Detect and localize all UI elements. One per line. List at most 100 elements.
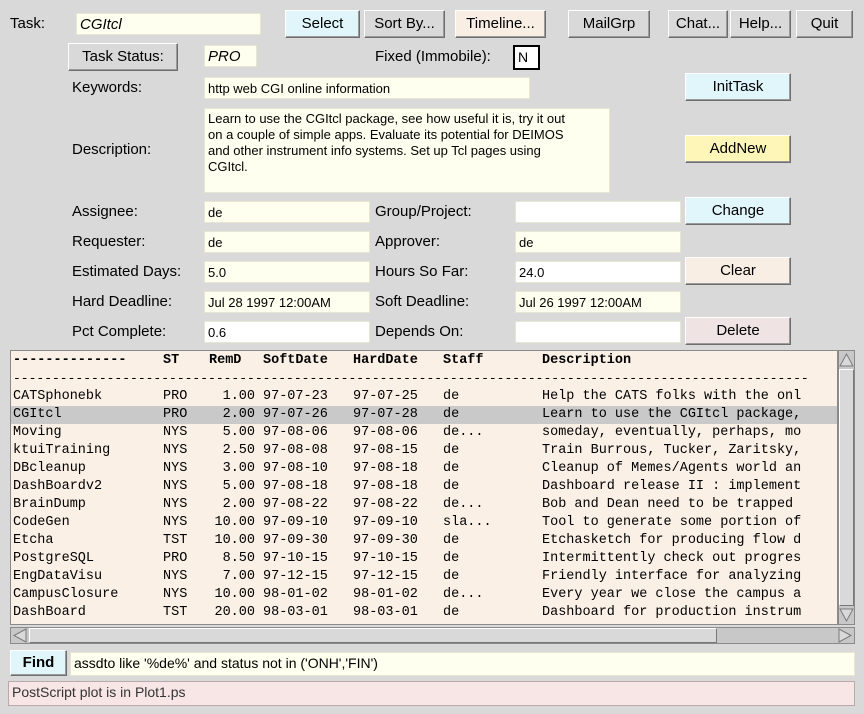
vertical-scroll-thumb[interactable]: [839, 369, 854, 606]
table-cell: 97-07-28: [353, 407, 418, 422]
change-button[interactable]: Change: [685, 197, 791, 225]
table-row[interactable]: CampusClosure NYS 10.00 98-01-02 98-01-02 de.…: [11, 586, 837, 604]
table-cell: de...: [443, 425, 484, 440]
table-row[interactable]: EngDataVisu NYS 7.00 97-12-15 97-12-15 de Frie…: [11, 568, 837, 586]
keywords-field[interactable]: http web CGI online information: [204, 77, 530, 99]
header-divider: ----------------------------------------…: [13, 371, 809, 386]
table-cell: 98-03-01: [353, 605, 418, 620]
table-cell: CATSphonebk: [13, 389, 103, 404]
estimated-days-field[interactable]: 5.0: [204, 261, 370, 283]
fixed-field[interactable]: N: [513, 45, 540, 70]
table-row[interactable]: DashBoard TST 20.00 98-03-01 98-03-01 de Dashb…: [11, 604, 837, 622]
table-cell: NYS: [163, 569, 188, 584]
table-cell: 3.00: [222, 461, 255, 476]
table-cell: 98-01-02: [353, 587, 418, 602]
soft-deadline-field[interactable]: Jul 26 1997 12:00AM: [515, 291, 681, 313]
task-list[interactable]: -------------- ST RemD SoftDate HardDate…: [10, 350, 838, 625]
table-row[interactable]: BrainDump NYS 2.00 97-08-22 97-08-22 de... Bob…: [11, 496, 837, 514]
table-cell: de: [443, 533, 460, 548]
table-cell: ktuiTraining: [13, 443, 111, 458]
task-label: Task:: [10, 15, 46, 32]
header-col: SoftDate: [263, 353, 328, 368]
table-row[interactable]: DBcleanup NYS 3.00 97-08-10 97-08-18 de Cleanu…: [11, 460, 837, 478]
hours-so-far-field[interactable]: 24.0: [515, 261, 681, 283]
task-field[interactable]: CGItcl: [76, 13, 261, 35]
table-row[interactable]: CATSphonebk PRO 1.00 97-07-23 97-07-25 de Help…: [11, 388, 837, 406]
table-cell: Cleanup of Memes/Agents world an: [542, 461, 802, 476]
table-cell: 97-10-15: [353, 551, 418, 566]
vertical-scrollbar[interactable]: [838, 350, 855, 625]
table-row[interactable]: CodeGen NYS 10.00 97-09-10 97-09-10 sla... Too…: [11, 514, 837, 532]
assignee-field[interactable]: de: [204, 201, 370, 223]
depends-on-field[interactable]: [515, 321, 681, 343]
group-project-field[interactable]: [515, 201, 681, 223]
table-cell: 10.00: [214, 587, 255, 602]
table-cell: someday, eventually, perhaps, mo: [542, 425, 802, 440]
description-field[interactable]: Learn to use the CGItcl package, see how…: [204, 108, 610, 193]
table-row[interactable]: Moving NYS 5.00 97-08-06 97-08-06 de... someda…: [11, 424, 837, 442]
inittask-button[interactable]: InitTask: [685, 73, 791, 101]
table-cell: 2.50: [222, 443, 255, 458]
table-cell: de...: [443, 497, 484, 512]
table-cell: 97-12-15: [263, 569, 328, 584]
table-cell: PRO: [163, 407, 188, 422]
table-cell: de: [443, 605, 460, 620]
task-list-header: -------------- ST RemD SoftDate HardDate…: [11, 352, 837, 370]
table-cell: NYS: [163, 587, 188, 602]
header-col: ST: [163, 353, 180, 368]
task-status-button[interactable]: Task Status:: [68, 43, 178, 71]
approver-field[interactable]: de: [515, 231, 681, 253]
table-cell: TST: [163, 605, 188, 620]
table-cell: 97-08-22: [353, 497, 418, 512]
table-cell: Moving: [13, 425, 62, 440]
horizontal-scroll-thumb[interactable]: [29, 628, 717, 643]
table-cell: 97-07-23: [263, 389, 328, 404]
addnew-button[interactable]: AddNew: [685, 135, 791, 163]
pct-complete-field[interactable]: 0.6: [204, 321, 370, 343]
table-cell: Dashboard for production instrum: [542, 605, 802, 620]
table-row[interactable]: CGItcl PRO 2.00 97-07-26 97-07-28 de Learn to …: [11, 406, 837, 424]
table-cell: Intermittently check out progres: [542, 551, 802, 566]
table-cell: Tool to generate some portion of: [542, 515, 802, 530]
find-button[interactable]: Find: [10, 650, 67, 676]
soft-deadline-label: Soft Deadline:: [375, 293, 470, 310]
table-cell: 97-08-08: [263, 443, 328, 458]
task-status-field[interactable]: PRO: [204, 45, 257, 67]
estimated-days-label: Estimated Days:: [72, 263, 182, 280]
table-cell: CGItcl: [13, 407, 62, 422]
message-bar: PostScript plot is in Plot1.ps: [8, 681, 855, 706]
header-col: --------------: [13, 353, 127, 368]
table-cell: NYS: [163, 461, 188, 476]
requester-field[interactable]: de: [204, 231, 370, 253]
mailgrp-button[interactable]: MailGrp: [568, 10, 650, 38]
table-row[interactable]: ktuiTraining NYS 2.50 97-08-08 97-08-15 de Tra…: [11, 442, 837, 460]
requester-label: Requester:: [72, 233, 146, 250]
clear-button[interactable]: Clear: [685, 257, 791, 285]
hard-deadline-field[interactable]: Jul 28 1997 12:00AM: [204, 291, 370, 313]
table-cell: 98-03-01: [263, 605, 328, 620]
table-row[interactable]: PostgreSQL PRO 8.50 97-10-15 97-10-15 de Inter…: [11, 550, 837, 568]
table-cell: NYS: [163, 443, 188, 458]
table-row[interactable]: Etcha TST 10.00 97-09-30 97-09-30 de Etchasket…: [11, 532, 837, 550]
delete-button[interactable]: Delete: [685, 317, 791, 345]
table-cell: de: [443, 407, 460, 422]
table-row[interactable]: DashBoardv2 NYS 5.00 97-08-18 97-08-18 de Dash…: [11, 478, 837, 496]
chat-button[interactable]: Chat...: [668, 10, 728, 38]
quit-button[interactable]: Quit: [796, 10, 853, 38]
table-cell: 10.00: [214, 533, 255, 548]
table-cell: 97-08-06: [353, 425, 418, 440]
table-cell: de: [443, 389, 460, 404]
table-cell: DashBoard: [13, 605, 86, 620]
table-cell: 97-08-06: [263, 425, 328, 440]
select-button[interactable]: Select: [285, 10, 360, 38]
description-line: Learn to use the CGItcl package, see how…: [208, 111, 565, 126]
help-button[interactable]: Help...: [730, 10, 791, 38]
sort-by-button[interactable]: Sort By...: [364, 10, 445, 38]
horizontal-scrollbar[interactable]: [10, 627, 855, 644]
table-cell: 98-01-02: [263, 587, 328, 602]
query-field[interactable]: assdto like '%de%' and status not in ('O…: [70, 652, 855, 676]
table-cell: Help the CATS folks with the onl: [542, 389, 802, 404]
timeline-button[interactable]: Timeline...: [455, 10, 546, 38]
table-cell: NYS: [163, 425, 188, 440]
table-cell: 97-09-30: [263, 533, 328, 548]
